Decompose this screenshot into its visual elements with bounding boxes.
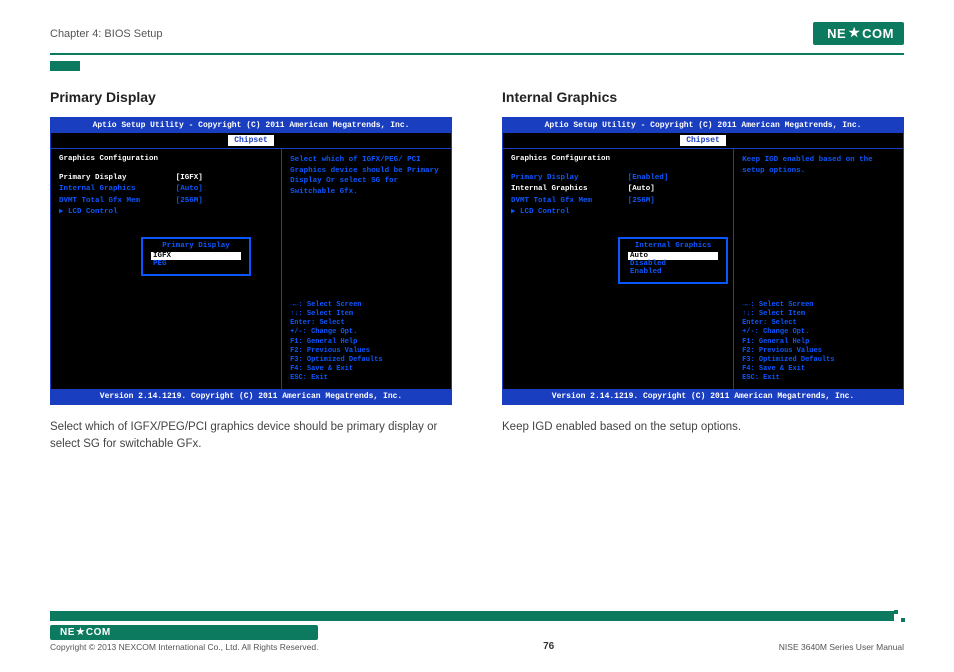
bios-version-bar: Version 2.14.1219. Copyright (C) 2011 Am…	[503, 389, 903, 404]
right-column: Internal Graphics Aptio Setup Utility - …	[502, 89, 904, 454]
cfg-row-internal[interactable]: Internal Graphics[Auto]	[511, 184, 725, 195]
page-header: Chapter 4: BIOS Setup NE COM	[0, 0, 954, 51]
key-legend: →←: Select Screen ↑↓: Select Item Enter:…	[290, 301, 443, 383]
cfg-row-primary[interactable]: Primary Display[IGFX]	[59, 173, 273, 184]
section-tab-mark	[50, 61, 80, 71]
popup-option-peg[interactable]: PEG	[151, 260, 241, 268]
bios-left-pane: Graphics Configuration Primary Display[E…	[503, 149, 734, 389]
popup-option-igfx[interactable]: IGFX	[151, 252, 241, 260]
cfg-row-lcd[interactable]: ▶ LCD Control	[511, 207, 725, 218]
content-area: Primary Display Aptio Setup Utility - Co…	[0, 71, 954, 454]
bios-screenshot-right: Aptio Setup Utility - Copyright (C) 2011…	[502, 117, 904, 405]
popup-option-auto[interactable]: Auto	[628, 252, 718, 260]
bios-screenshot-left: Aptio Setup Utility - Copyright (C) 2011…	[50, 117, 452, 405]
left-column: Primary Display Aptio Setup Utility - Co…	[50, 89, 452, 454]
star-icon	[848, 27, 860, 39]
manual-title: NISE 3640M Series User Manual	[779, 642, 904, 652]
popup-title: Internal Graphics	[628, 242, 718, 250]
bios-popup: Primary Display IGFX PEG	[141, 237, 251, 276]
section-caption: Select which of IGFX/PEG/PCI graphics de…	[50, 419, 452, 454]
chapter-title: Chapter 4: BIOS Setup	[50, 28, 163, 40]
help-text: Keep IGD enabled based on the setup opti…	[742, 155, 895, 176]
cfg-row-dvmt[interactable]: DVMT Total Gfx Mem[256M]	[59, 196, 273, 207]
bios-left-pane: Graphics Configuration Primary Display[I…	[51, 149, 282, 389]
page-number: 76	[543, 641, 554, 652]
footer-logo: NE COM	[50, 625, 318, 640]
bios-right-pane: Keep IGD enabled based on the setup opti…	[734, 149, 903, 389]
bios-tab-chipset: Chipset	[228, 135, 274, 146]
page-footer: NE COM Copyright © 2013 NEXCOM Internati…	[0, 611, 954, 672]
bios-title-bar: Aptio Setup Utility - Copyright (C) 2011…	[51, 118, 451, 133]
footer-rule	[50, 611, 904, 621]
star-icon	[76, 627, 85, 636]
section-title: Internal Graphics	[502, 89, 904, 105]
bios-tab-bar: Chipset	[503, 133, 903, 149]
cfg-row-internal[interactable]: Internal Graphics[Auto]	[59, 184, 273, 195]
bios-right-pane: Select which of IGFX/PEG/ PCI Graphics d…	[282, 149, 451, 389]
bios-title-bar: Aptio Setup Utility - Copyright (C) 2011…	[503, 118, 903, 133]
footer-notch-icon	[894, 610, 905, 622]
section-title: Primary Display	[50, 89, 452, 105]
cfg-row-dvmt[interactable]: DVMT Total Gfx Mem[256M]	[511, 196, 725, 207]
header-rule	[50, 53, 904, 55]
copyright-text: Copyright © 2013 NEXCOM International Co…	[50, 642, 318, 652]
cfg-row-lcd[interactable]: ▶ LCD Control	[59, 207, 273, 218]
bios-popup: Internal Graphics Auto Disabled Enabled	[618, 237, 728, 284]
popup-title: Primary Display	[151, 242, 241, 250]
bios-tab-bar: Chipset	[51, 133, 451, 149]
section-caption: Keep IGD enabled based on the setup opti…	[502, 419, 904, 436]
bios-version-bar: Version 2.14.1219. Copyright (C) 2011 Am…	[51, 389, 451, 404]
help-text: Select which of IGFX/PEG/ PCI Graphics d…	[290, 155, 443, 197]
cfg-heading: Graphics Configuration	[59, 155, 273, 163]
key-legend: →←: Select Screen ↑↓: Select Item Enter:…	[742, 301, 895, 383]
popup-option-enabled[interactable]: Enabled	[628, 268, 718, 276]
brand-logo: NE COM	[813, 22, 904, 45]
popup-option-disabled[interactable]: Disabled	[628, 260, 718, 268]
cfg-heading: Graphics Configuration	[511, 155, 725, 163]
cfg-row-primary[interactable]: Primary Display[Enabled]	[511, 173, 725, 184]
bios-tab-chipset: Chipset	[680, 135, 726, 146]
